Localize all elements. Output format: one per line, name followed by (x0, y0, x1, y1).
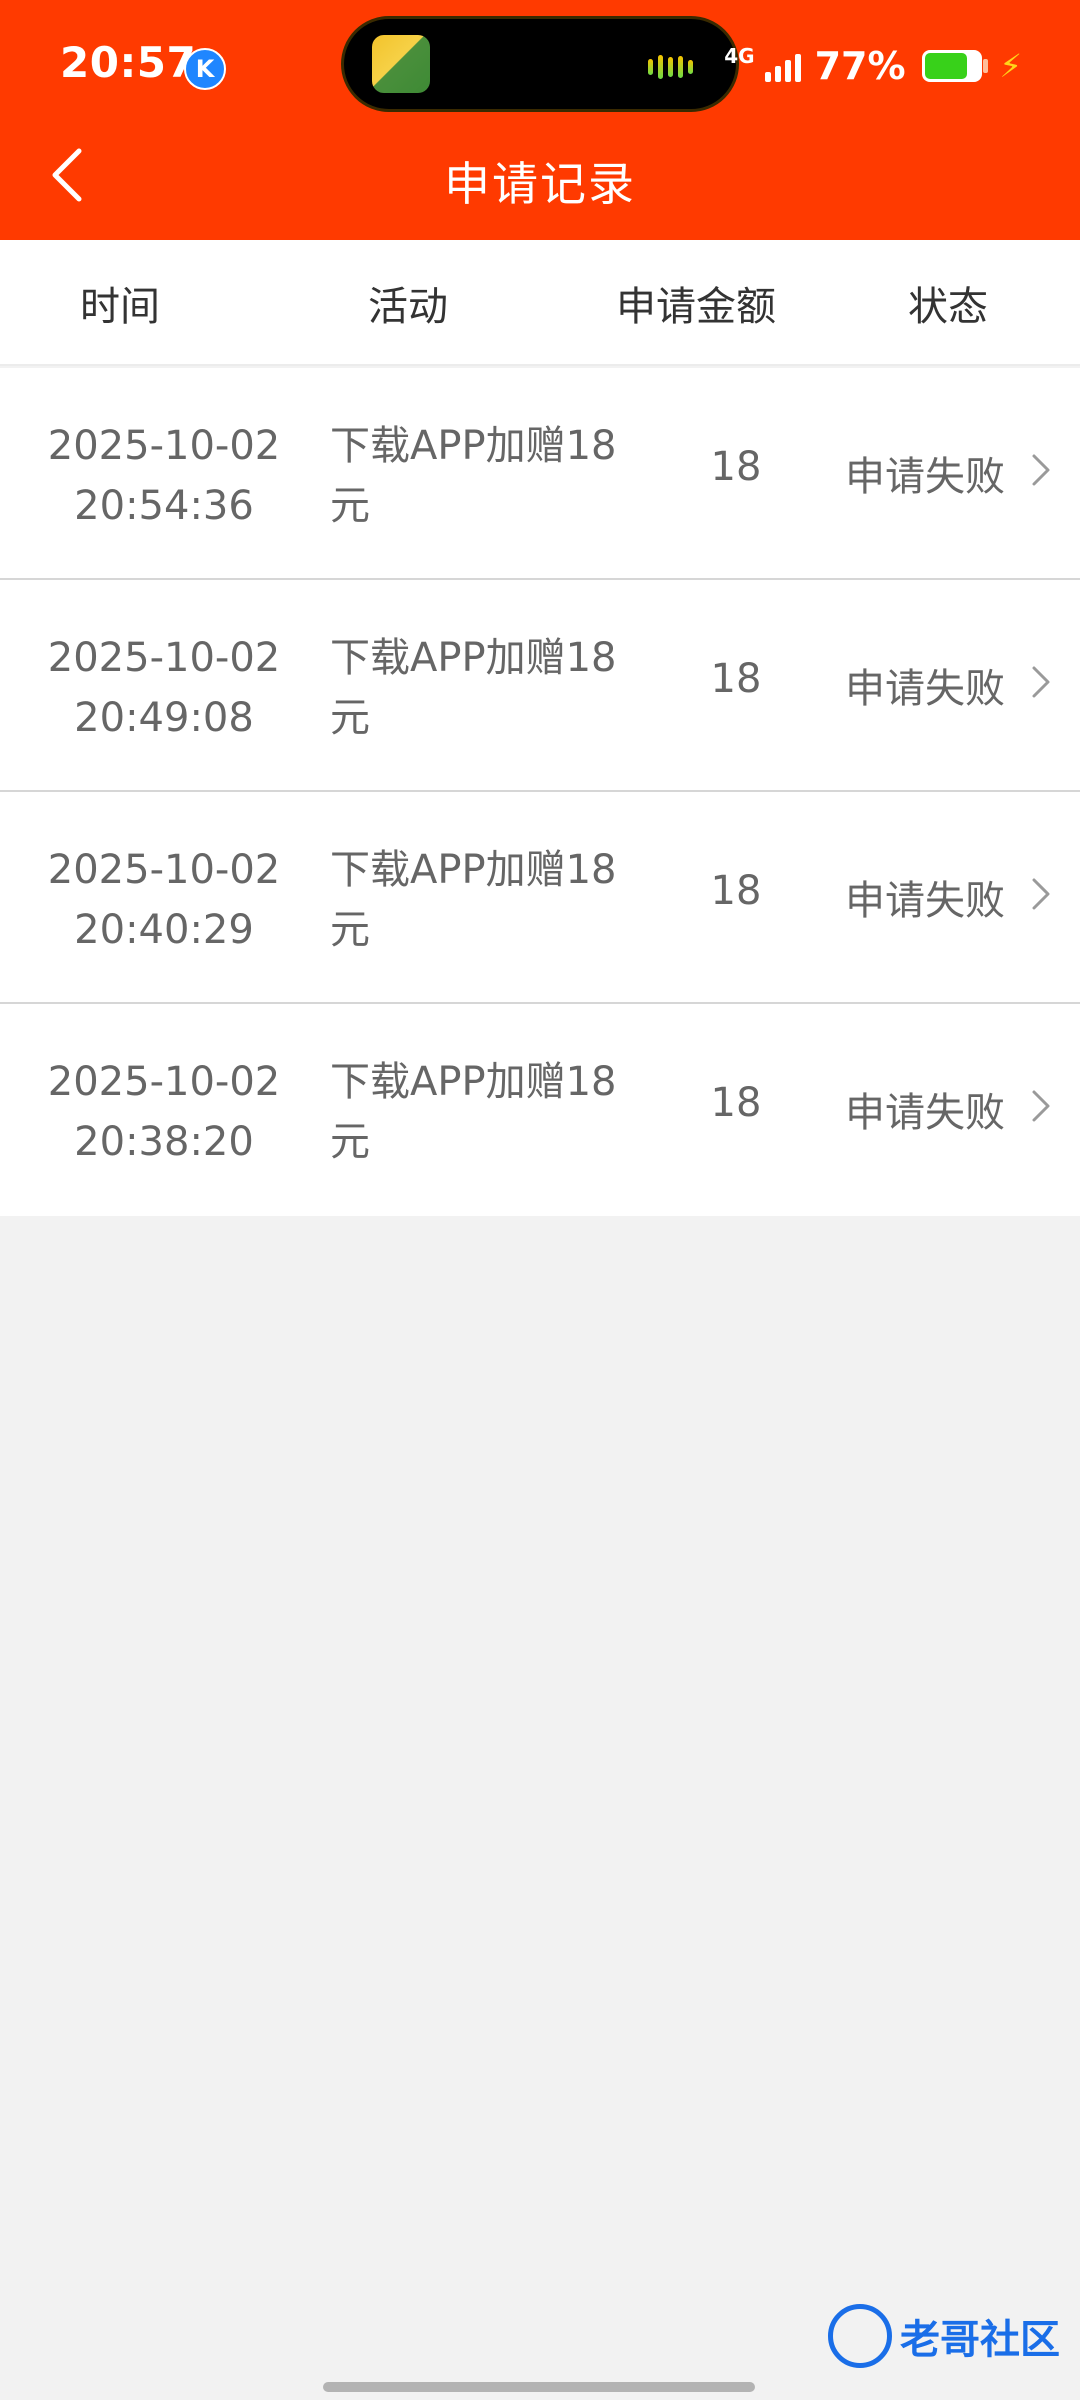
row-status: 申请失败 (845, 666, 1005, 712)
column-header-time: 时间 (80, 284, 160, 330)
row-amount: 18 (710, 444, 762, 490)
app-root: 20:57 K 4G 77% ⚡ 申请记录 时间 活动 申请金额 状态 2025… (0, 0, 1080, 2400)
dynamic-island[interactable] (341, 16, 739, 112)
row-status: 申请失败 (845, 878, 1005, 924)
row-status: 申请失败 (845, 454, 1005, 500)
row-activity-line2: 元 (330, 483, 370, 529)
column-header-activity: 活动 (368, 284, 448, 330)
record-list: 2025-10-02 20:54:36 下载APP加赠18 元 18 申请失败 … (0, 368, 1080, 1216)
row-date: 2025-10-02 (47, 1059, 281, 1105)
table-row[interactable]: 2025-10-02 20:49:08 下载APP加赠18 元 18 申请失败 (0, 580, 1080, 792)
chevron-right-icon (1032, 666, 1050, 698)
watermark: 老哥社区 (828, 2304, 1060, 2368)
row-time: 20:40:29 (74, 907, 254, 953)
chevron-right-icon (1032, 1090, 1050, 1122)
charging-icon: ⚡ (999, 47, 1022, 85)
table-header: 时间 活动 申请金额 状态 (0, 240, 1080, 366)
audio-wave-icon (648, 53, 706, 81)
row-activity: 下载APP加赠18 元 (330, 416, 640, 536)
row-date: 2025-10-02 (47, 635, 281, 681)
row-amount: 18 (710, 656, 762, 702)
row-amount: 18 (710, 1080, 762, 1126)
row-amount: 18 (710, 868, 762, 914)
dragon-logo-icon (828, 2304, 892, 2368)
row-time: 20:54:36 (74, 483, 254, 529)
row-date: 2025-10-02 (47, 423, 281, 469)
app-header: 20:57 K 4G 77% ⚡ 申请记录 (0, 0, 1080, 240)
table-row[interactable]: 2025-10-02 20:54:36 下载APP加赠18 元 18 申请失败 (0, 368, 1080, 580)
media-thumbnail-icon (372, 35, 430, 93)
row-activity-line1: 下载APP加赠18 (330, 847, 617, 893)
row-activity: 下载APP加赠18 元 (330, 840, 640, 960)
row-activity: 下载APP加赠18 元 (330, 1052, 640, 1172)
row-activity-line1: 下载APP加赠18 (330, 423, 617, 469)
row-activity-line2: 元 (330, 1119, 370, 1165)
network-type: 4G (724, 44, 755, 68)
row-datetime: 2025-10-02 20:38:20 (32, 1052, 296, 1172)
row-date: 2025-10-02 (47, 847, 281, 893)
row-activity: 下载APP加赠18 元 (330, 628, 640, 748)
status-indicators: 4G 77% ⚡ (724, 42, 1022, 90)
row-activity-line2: 元 (330, 695, 370, 741)
row-activity-line2: 元 (330, 907, 370, 953)
column-header-status: 状态 (908, 284, 988, 330)
row-datetime: 2025-10-02 20:54:36 (32, 416, 296, 536)
row-activity-line1: 下载APP加赠18 (330, 635, 617, 681)
chevron-right-icon (1032, 878, 1050, 910)
column-header-amount: 申请金额 (616, 284, 776, 330)
home-indicator[interactable] (323, 2382, 755, 2392)
table-row[interactable]: 2025-10-02 20:38:20 下载APP加赠18 元 18 申请失败 (0, 1004, 1080, 1216)
status-time: 20:57 (60, 38, 197, 87)
row-datetime: 2025-10-02 20:40:29 (32, 840, 296, 960)
table-row[interactable]: 2025-10-02 20:40:29 下载APP加赠18 元 18 申请失败 (0, 792, 1080, 1004)
battery-percent: 77% (814, 44, 906, 88)
battery-icon (921, 50, 988, 82)
row-status: 申请失败 (845, 1090, 1005, 1136)
row-activity-line1: 下载APP加赠18 (330, 1059, 617, 1105)
signal-icon (764, 50, 801, 82)
row-time: 20:38:20 (74, 1119, 254, 1165)
page-title: 申请记录 (444, 157, 636, 211)
watermark-text: 老哥社区 (900, 2317, 1060, 2363)
row-time: 20:49:08 (74, 695, 254, 741)
k-app-icon: K (184, 48, 226, 90)
row-datetime: 2025-10-02 20:49:08 (32, 628, 296, 748)
chevron-right-icon (1032, 454, 1050, 486)
